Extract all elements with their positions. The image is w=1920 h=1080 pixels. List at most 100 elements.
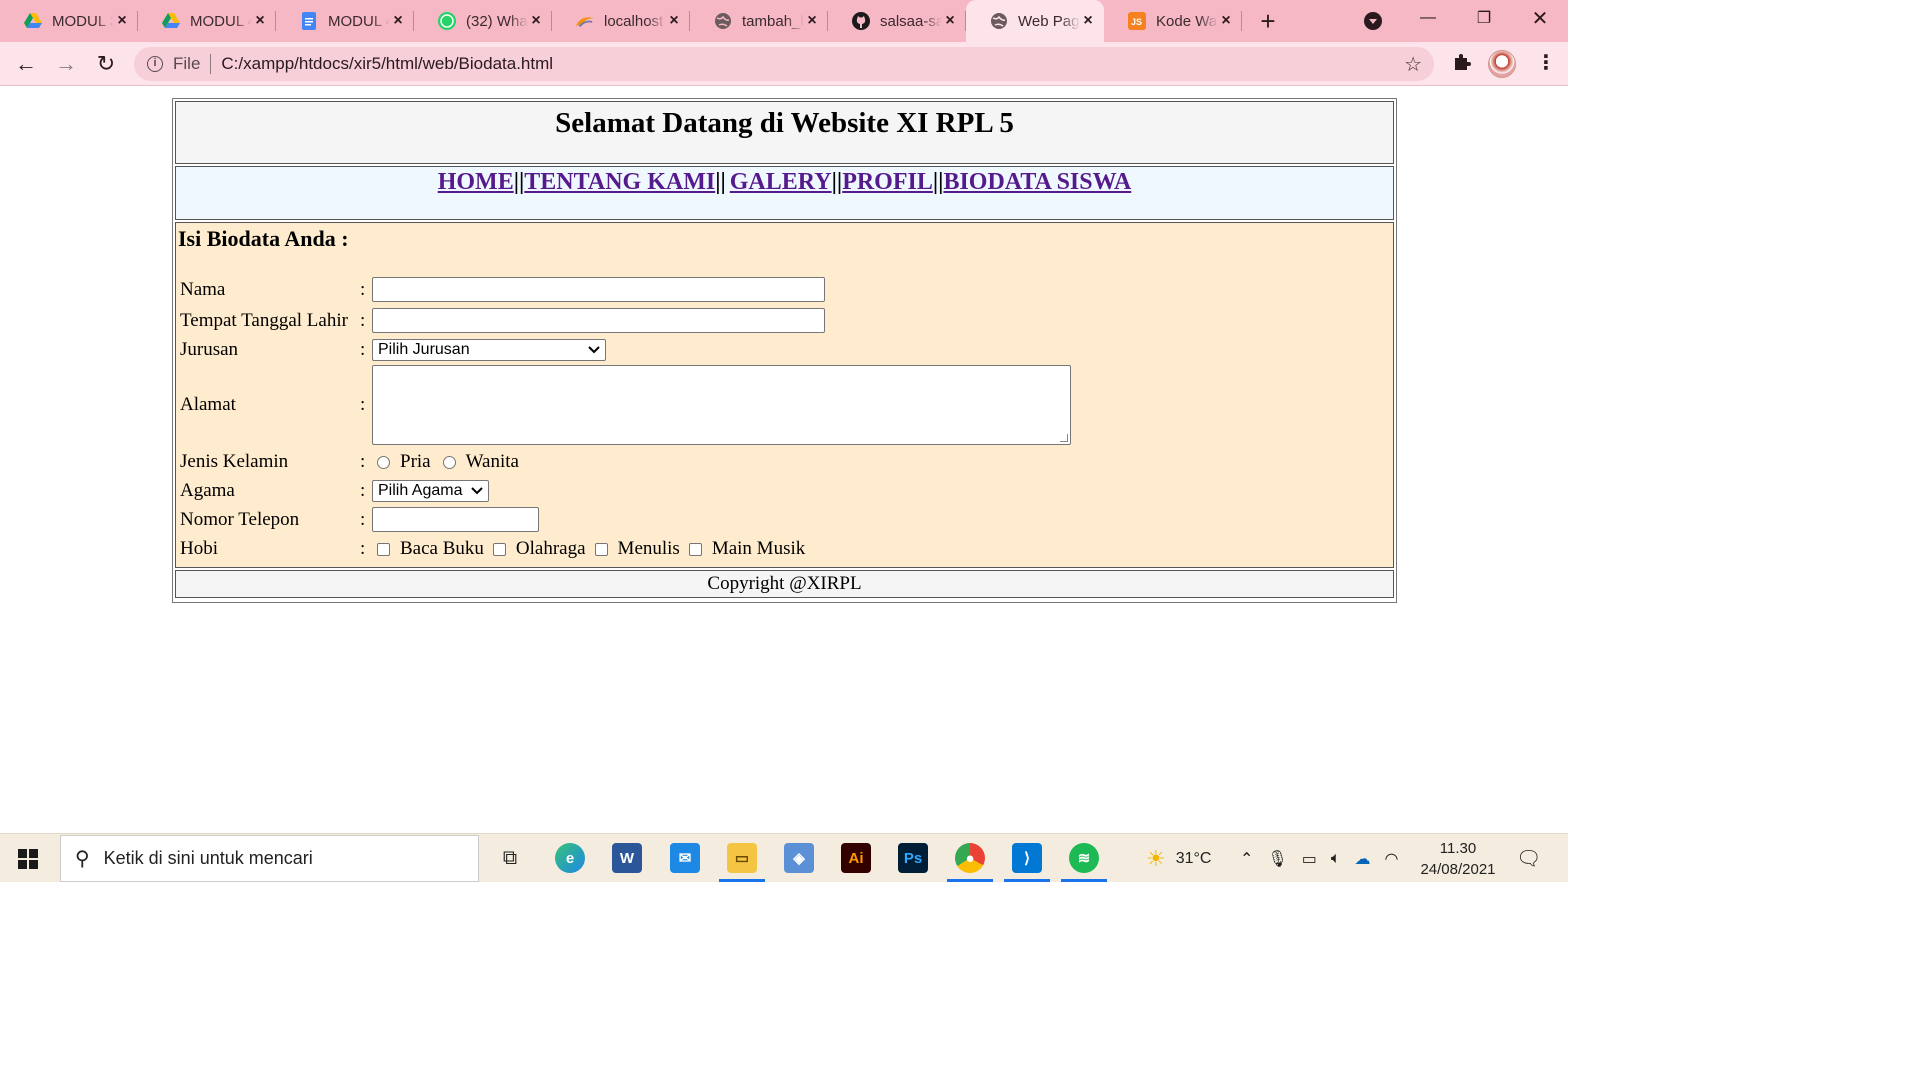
close-icon[interactable]: × bbox=[252, 13, 268, 29]
edge-icon[interactable]: e bbox=[555, 843, 585, 873]
close-icon[interactable]: × bbox=[804, 13, 820, 29]
radio-wanita[interactable] bbox=[442, 455, 456, 469]
chrome-icon[interactable]: ● bbox=[955, 843, 985, 873]
illustrator-icon[interactable]: Ai bbox=[841, 843, 871, 873]
nav-link-galery[interactable]: GALERY bbox=[730, 169, 832, 195]
nav-link-profil[interactable]: PROFIL bbox=[842, 169, 933, 195]
microphone-icon[interactable]: 🎙︎ bbox=[1267, 849, 1287, 869]
windows-taskbar: ⚲ Ketik di sini untuk mencari ⧉ e W ✉ ▭ … bbox=[0, 833, 1568, 882]
label-main-musik: Main Musik bbox=[711, 538, 806, 559]
mail-icon[interactable]: ✉ bbox=[670, 843, 700, 873]
nav-link-tentang-kami[interactable]: TENTANG KAMI bbox=[524, 169, 715, 195]
reload-icon[interactable]: ↻ bbox=[92, 50, 120, 78]
chevron-down-icon bbox=[588, 343, 600, 357]
checkbox-baca-buku[interactable] bbox=[377, 542, 390, 556]
ttl-input[interactable] bbox=[372, 308, 825, 333]
tab-2[interactable]: MODUL 4 × bbox=[276, 0, 414, 42]
label-jurusan: Jurusan bbox=[180, 339, 239, 360]
telepon-input[interactable] bbox=[372, 507, 539, 532]
close-icon[interactable]: × bbox=[942, 13, 958, 29]
colon: : bbox=[360, 309, 366, 331]
google-drive-icon bbox=[24, 12, 42, 30]
close-icon[interactable]: × bbox=[390, 13, 406, 29]
notifications-icon[interactable]: 🗨︎ bbox=[1516, 834, 1541, 883]
forward-arrow-icon[interactable]: → bbox=[52, 50, 80, 78]
restore-icon[interactable]: ❐ bbox=[1456, 0, 1512, 36]
address-bar[interactable]: i File C:/xampp/htdocs/xir5/html/web/Bio… bbox=[134, 47, 1434, 81]
profile-avatar[interactable] bbox=[1488, 50, 1516, 78]
footer-cell: Copyright @XIRPL bbox=[175, 570, 1394, 598]
tab-7[interactable]: Web Page × bbox=[966, 0, 1104, 42]
nama-input[interactable] bbox=[372, 277, 825, 302]
close-icon[interactable]: × bbox=[1218, 13, 1234, 29]
colon: : bbox=[360, 451, 366, 472]
label-wanita: Wanita bbox=[465, 451, 519, 472]
page-viewport: Selamat Datang di Website XI RPL 5 HOME|… bbox=[0, 87, 1568, 833]
close-icon[interactable]: × bbox=[1080, 13, 1096, 29]
colon: : bbox=[360, 394, 366, 415]
chevron-up-icon[interactable]: ⌃ bbox=[1240, 849, 1253, 869]
tab-label: MODUL 4 bbox=[328, 12, 390, 30]
word-icon[interactable]: W bbox=[612, 843, 642, 873]
alamat-textarea[interactable] bbox=[372, 365, 1071, 445]
tab-8[interactable]: JS Kode Warna × bbox=[1104, 0, 1242, 42]
tab-label: salsaa-sa bbox=[880, 12, 942, 30]
spotify-icon[interactable]: ≋ bbox=[1069, 843, 1099, 873]
whatsapp-icon bbox=[438, 12, 456, 30]
label-nama: Nama bbox=[180, 278, 226, 300]
tab-label: MODUL 3 bbox=[52, 12, 114, 30]
header-cell: Selamat Datang di Website XI RPL 5 bbox=[175, 101, 1394, 164]
new-tab-button[interactable]: + bbox=[1248, 0, 1288, 42]
file-explorer-icon[interactable]: ▭ bbox=[727, 843, 757, 873]
close-icon[interactable]: × bbox=[528, 13, 544, 29]
3d-viewer-icon[interactable]: ◈ bbox=[784, 843, 814, 873]
row-nama: Nama : bbox=[180, 277, 825, 302]
jurusan-select[interactable]: Pilih Jurusan bbox=[372, 339, 606, 361]
agama-select[interactable]: Pilih Agama bbox=[372, 480, 489, 502]
tab-4[interactable]: localhost × bbox=[552, 0, 690, 42]
close-icon[interactable]: × bbox=[666, 13, 682, 29]
tab-3[interactable]: (32) WhatsApp × bbox=[414, 0, 552, 42]
info-icon[interactable]: i bbox=[147, 56, 163, 72]
taskbar-search[interactable]: ⚲ Ketik di sini untuk mencari bbox=[60, 835, 479, 882]
tab-0[interactable]: MODUL 3 × bbox=[0, 0, 138, 42]
wifi-icon[interactable]: ◠ bbox=[1384, 849, 1398, 869]
tab-5[interactable]: tambah_biodata × bbox=[690, 0, 828, 42]
checkbox-menulis[interactable] bbox=[594, 542, 608, 556]
task-view-icon[interactable]: ⧉ bbox=[495, 843, 525, 873]
checkbox-main-musik[interactable] bbox=[688, 542, 702, 556]
kebab-menu-icon[interactable]: ⋮ bbox=[1536, 50, 1556, 75]
onedrive-icon[interactable]: ☁ bbox=[1354, 849, 1370, 869]
active-app-indicator bbox=[947, 879, 993, 882]
minimize-icon[interactable]: — bbox=[1400, 0, 1456, 36]
nav-link-biodata-siswa[interactable]: BIODATA SISWA bbox=[943, 169, 1131, 195]
tab-label: (32) WhatsApp bbox=[466, 12, 528, 30]
label-ttl: Tempat Tanggal Lahir bbox=[180, 309, 348, 331]
page-title: Selamat Datang di Website XI RPL 5 bbox=[555, 107, 1014, 139]
url-text[interactable]: C:/xampp/htdocs/xir5/html/web/Biodata.ht… bbox=[221, 54, 553, 74]
volume-icon[interactable]: 🔈︎ bbox=[1331, 850, 1341, 868]
globe-icon bbox=[714, 12, 732, 30]
checkbox-olahraga[interactable] bbox=[492, 542, 506, 556]
resize-grip-icon[interactable] bbox=[1060, 434, 1068, 442]
close-icon[interactable]: × bbox=[114, 13, 130, 29]
window-close-icon[interactable]: ✕ bbox=[1512, 0, 1568, 36]
taskbar-clock[interactable]: 11.30 24/08/2021 bbox=[1410, 838, 1506, 880]
nav-link-home[interactable]: HOME bbox=[438, 169, 514, 195]
weather-widget[interactable]: ☀ 31°C bbox=[1146, 834, 1211, 883]
copyright-text: Copyright @XIRPL bbox=[707, 573, 862, 594]
tab-label: Kode Warna bbox=[1156, 12, 1218, 30]
photoshop-icon[interactable]: Ps bbox=[898, 843, 928, 873]
tab-label: Web Page bbox=[1018, 12, 1080, 30]
tab-search-icon[interactable] bbox=[1364, 12, 1382, 30]
tab-6[interactable]: salsaa-sa × bbox=[828, 0, 966, 42]
extensions-puzzle-icon[interactable] bbox=[1452, 52, 1472, 78]
tab-1[interactable]: MODUL 4 × bbox=[138, 0, 276, 42]
vscode-icon[interactable]: ⟩ bbox=[1012, 843, 1042, 873]
battery-icon[interactable]: ▭ bbox=[1302, 849, 1317, 869]
bookmark-star-icon[interactable]: ☆ bbox=[1404, 52, 1422, 77]
radio-pria[interactable] bbox=[377, 455, 390, 469]
browser-toolbar: ← → ↻ i File C:/xampp/htdocs/xir5/html/w… bbox=[0, 42, 1568, 86]
back-arrow-icon[interactable]: ← bbox=[12, 50, 40, 78]
windows-start-icon[interactable] bbox=[18, 849, 38, 869]
